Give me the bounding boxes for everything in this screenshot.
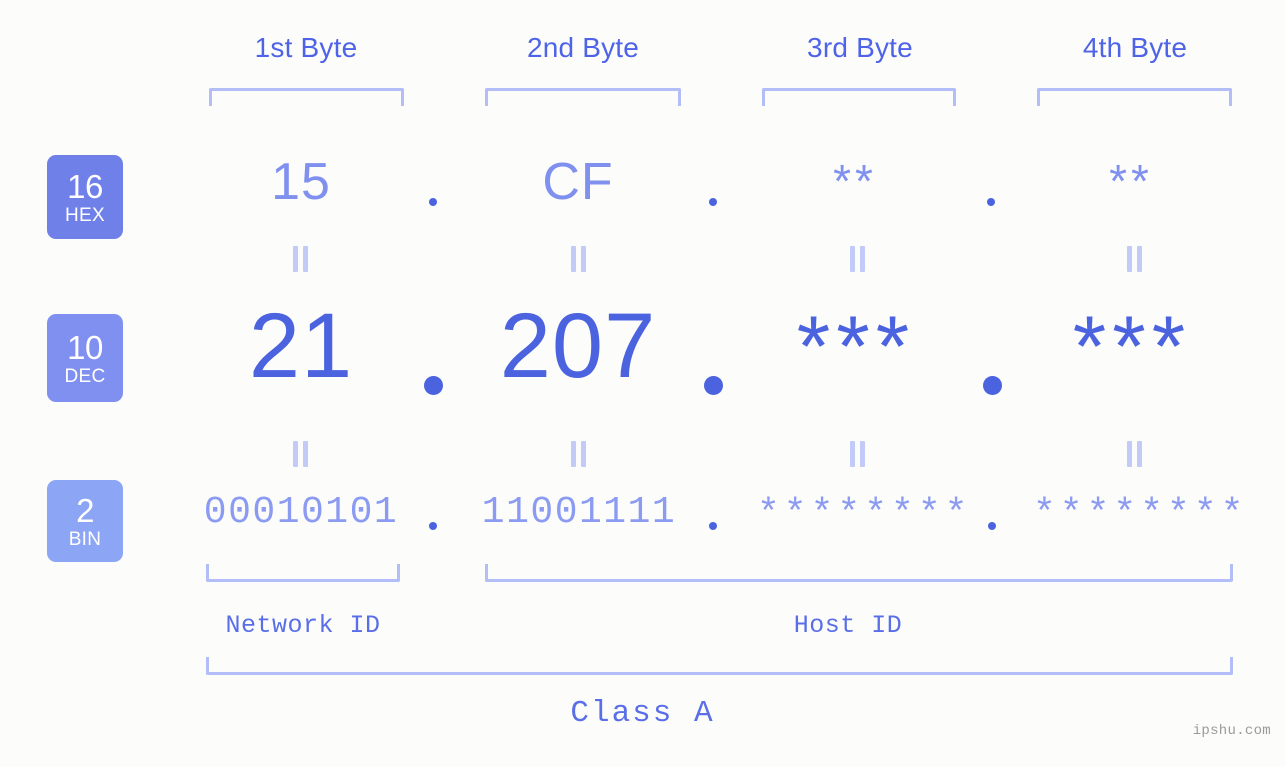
byte-header-4: 4th Byte	[1082, 32, 1188, 63]
equals-icon-dec-bin-1	[293, 441, 310, 467]
host-id-label: Host ID	[793, 611, 903, 640]
hex-dot-separator-1	[429, 198, 437, 206]
equals-icon-dec-bin-2	[571, 441, 588, 467]
base-badge-bin: 2 BIN	[47, 480, 123, 562]
byte-bracket-4	[1037, 88, 1232, 106]
base-badge-bin-number: 2	[76, 491, 94, 529]
bin-byte-3-value: ********	[757, 493, 972, 536]
network-id-label: Network ID	[225, 611, 381, 640]
equals-icon-hex-dec-1	[293, 246, 310, 272]
host-id-bracket	[485, 564, 1233, 582]
bin-byte-4-value: ********	[1033, 493, 1248, 536]
byte-bracket-1	[209, 88, 404, 106]
dec-dot-separator-2	[704, 376, 723, 395]
base-badge-dec: 10 DEC	[47, 314, 123, 402]
dec-byte-4-value: ***	[1072, 299, 1192, 395]
base-badge-hex-label: HEX	[65, 204, 105, 226]
bin-dot-separator-3	[988, 522, 996, 530]
base-badge-dec-label: DEC	[64, 365, 106, 387]
base-badge-dec-number: 10	[67, 328, 103, 366]
base-badge-hex: 16 HEX	[47, 155, 123, 239]
dec-byte-2-value: 207	[499, 295, 657, 397]
byte-bracket-3	[762, 88, 956, 106]
bin-dot-separator-1	[429, 522, 437, 530]
ip-byte-diagram: 1st Byte 2nd Byte 3rd Byte 4th Byte 16 H…	[0, 0, 1285, 767]
class-bracket	[206, 657, 1233, 675]
dec-byte-3-value: ***	[796, 299, 916, 395]
dec-byte-1-value: 21	[248, 295, 354, 397]
bin-byte-2-value: 11001111	[481, 491, 677, 534]
base-badge-hex-number: 16	[67, 167, 103, 205]
hex-byte-3-value: **	[833, 155, 877, 207]
bin-dot-separator-2	[709, 522, 717, 530]
equals-icon-dec-bin-4	[1127, 441, 1144, 467]
dec-dot-separator-1	[424, 376, 443, 395]
equals-icon-dec-bin-3	[850, 441, 867, 467]
byte-header-2: 2nd Byte	[526, 32, 640, 63]
equals-icon-hex-dec-2	[571, 246, 588, 272]
site-watermark: ipshu.com	[1192, 723, 1271, 739]
bin-byte-1-value: 00010101	[203, 491, 399, 534]
network-id-bracket	[206, 564, 400, 582]
class-label: Class A	[570, 696, 715, 731]
hex-byte-2-value: CF	[542, 153, 614, 211]
byte-bracket-2	[485, 88, 681, 106]
byte-header-1: 1st Byte	[254, 32, 358, 63]
dec-dot-separator-3	[983, 376, 1002, 395]
base-badge-bin-label: BIN	[68, 528, 102, 550]
equals-icon-hex-dec-4	[1127, 246, 1144, 272]
equals-icon-hex-dec-3	[850, 246, 867, 272]
hex-byte-1-value: 15	[271, 153, 331, 211]
hex-dot-separator-2	[709, 198, 717, 206]
hex-byte-4-value: **	[1109, 155, 1153, 207]
hex-dot-separator-3	[987, 198, 995, 206]
byte-header-3: 3rd Byte	[807, 32, 913, 63]
